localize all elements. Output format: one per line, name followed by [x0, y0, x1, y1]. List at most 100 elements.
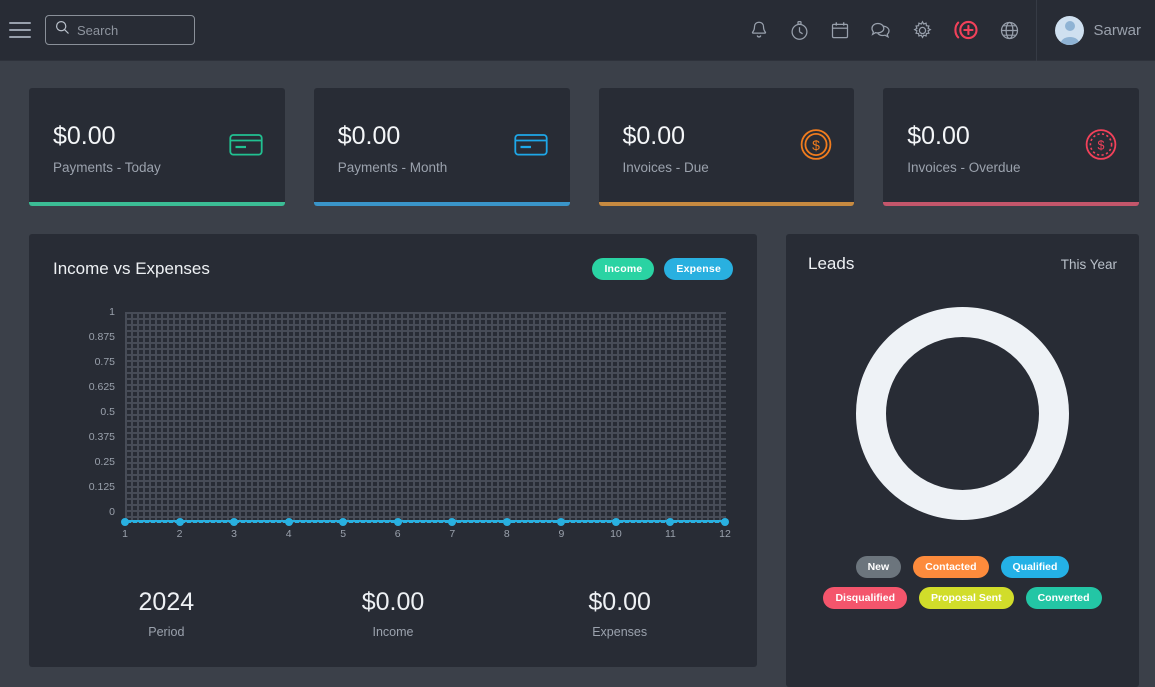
top-header: Sarwar — [0, 0, 1155, 61]
stat-card-invoices-due[interactable]: $0.00 Invoices - Due $ — [598, 88, 855, 206]
y-tick: 0.875 — [88, 330, 115, 343]
user-menu[interactable]: Sarwar — [1037, 15, 1155, 45]
y-tick: 0.625 — [88, 380, 115, 393]
chat-icon[interactable] — [870, 20, 892, 40]
legend-item-income[interactable]: Income — [592, 258, 655, 280]
leads-status-badges: New Contacted Qualified Disqualified Pro… — [808, 556, 1117, 609]
status-badge-converted[interactable]: Converted — [1025, 587, 1102, 609]
svg-text:$: $ — [812, 137, 820, 153]
grid-line-horizontal — [125, 390, 725, 392]
data-point-marker[interactable] — [284, 517, 293, 526]
y-tick: 0 — [109, 505, 115, 518]
x-tick: 11 — [665, 528, 676, 540]
credit-card-icon — [513, 132, 548, 163]
data-point-marker[interactable] — [339, 517, 348, 526]
search-input[interactable] — [77, 22, 177, 38]
chart-summary-row: 2024 Period $0.00 Income $0.00 Expenses — [53, 588, 733, 639]
grid-line-vertical — [452, 312, 454, 522]
y-tick: 0.125 — [88, 480, 115, 493]
summary-label: Income — [372, 625, 414, 639]
data-point-marker[interactable] — [230, 517, 239, 526]
grid-line-vertical — [670, 312, 672, 522]
x-tick: 12 — [719, 528, 731, 540]
status-badge-disqualified[interactable]: Disqualified — [823, 587, 907, 609]
grid-line-vertical — [288, 312, 290, 522]
y-tick: 0.375 — [88, 430, 115, 443]
x-axis-ticks: 1 2 3 4 5 6 7 8 9 10 11 12 — [122, 528, 731, 544]
avatar-icon — [1055, 15, 1085, 45]
summary-income: $0.00 Income — [280, 588, 507, 639]
plot-grid-area — [121, 312, 729, 526]
stat-accent-bar — [29, 202, 285, 206]
calendar-icon[interactable] — [830, 20, 850, 40]
summary-value: $0.00 — [588, 588, 651, 616]
x-tick: 8 — [503, 528, 510, 540]
hamburger-icon[interactable] — [9, 22, 31, 38]
x-tick: 9 — [558, 528, 565, 540]
stat-card-payments-month[interactable]: $0.00 Payments - Month — [313, 88, 570, 206]
legend-item-expense[interactable]: Expense — [664, 258, 733, 280]
summary-expenses: $0.00 Expenses — [506, 588, 733, 639]
x-tick: 6 — [394, 528, 401, 540]
data-point-marker[interactable] — [557, 517, 566, 526]
grid-line-vertical — [506, 312, 508, 522]
x-tick: 4 — [285, 528, 292, 540]
stat-card-invoices-overdue[interactable]: $0.00 Invoices - Overdue $ — [883, 88, 1139, 206]
x-tick: 5 — [340, 528, 347, 540]
status-badge-qualified[interactable]: Qualified — [1000, 556, 1070, 578]
data-point-marker[interactable] — [175, 517, 184, 526]
status-badge-contacted[interactable]: Contacted — [913, 556, 989, 578]
coin-dollar-icon: $ — [800, 129, 832, 166]
grid-line-vertical — [615, 312, 617, 522]
data-point-marker[interactable] — [666, 517, 675, 526]
stat-accent-bar — [883, 202, 1139, 206]
leads-period-label: This Year — [1060, 257, 1117, 272]
bell-icon[interactable] — [749, 20, 769, 41]
grid-line-horizontal — [125, 364, 725, 366]
chart-title: Income vs Expenses — [53, 259, 210, 278]
summary-label: Expenses — [592, 625, 648, 639]
y-tick: 0.5 — [100, 405, 115, 418]
status-badge-new[interactable]: New — [855, 556, 902, 578]
summary-label: Period — [148, 625, 185, 639]
data-point-marker[interactable] — [121, 517, 129, 526]
status-badge-proposal-sent[interactable]: Proposal Sent — [918, 587, 1014, 609]
grid-line-vertical — [725, 312, 726, 522]
add-circle-icon[interactable] — [953, 18, 979, 42]
stat-accent-bar — [598, 202, 855, 206]
x-tick: 1 — [122, 528, 128, 540]
gear-icon[interactable] — [912, 20, 933, 41]
grid-line-vertical — [234, 312, 236, 522]
data-point-marker[interactable] — [721, 517, 729, 526]
grid-line-vertical — [179, 312, 181, 522]
header-icon-group — [749, 18, 1036, 42]
grid-line-vertical — [397, 312, 399, 522]
summary-period: 2024 Period — [53, 588, 280, 639]
chart-header: Income vs Expenses Income Expense — [53, 258, 733, 280]
svg-text:$: $ — [1098, 139, 1105, 153]
coin-dollar-dashed-icon: $ — [1085, 129, 1117, 166]
grid-line-horizontal — [125, 495, 725, 497]
donut-ring — [856, 306, 1069, 520]
user-name: Sarwar — [1093, 21, 1141, 39]
x-tick: 2 — [176, 528, 183, 540]
grid-line-horizontal — [125, 522, 725, 523]
x-tick: 10 — [610, 528, 622, 540]
search-box[interactable] — [45, 15, 195, 45]
data-point-marker[interactable] — [393, 517, 402, 526]
data-point-marker[interactable] — [448, 517, 457, 526]
grid-line-horizontal — [125, 443, 725, 445]
data-point-marker[interactable] — [502, 517, 511, 526]
data-point-marker[interactable] — [611, 517, 620, 526]
grid-line-vertical — [561, 312, 563, 522]
stat-cards-row: $0.00 Payments - Today $0.00 Payments - … — [29, 88, 1139, 206]
x-tick: 3 — [231, 528, 237, 540]
grid-line-vertical — [343, 312, 345, 522]
leads-panel: Leads This Year New Contacted Qualified … — [786, 234, 1139, 687]
search-icon — [46, 20, 70, 40]
grid-line-horizontal — [125, 312, 725, 313]
stopwatch-icon[interactable] — [789, 20, 810, 41]
globe-icon[interactable] — [999, 20, 1020, 41]
stat-card-payments-today[interactable]: $0.00 Payments - Today — [29, 88, 285, 206]
grid-line-horizontal — [125, 417, 725, 418]
